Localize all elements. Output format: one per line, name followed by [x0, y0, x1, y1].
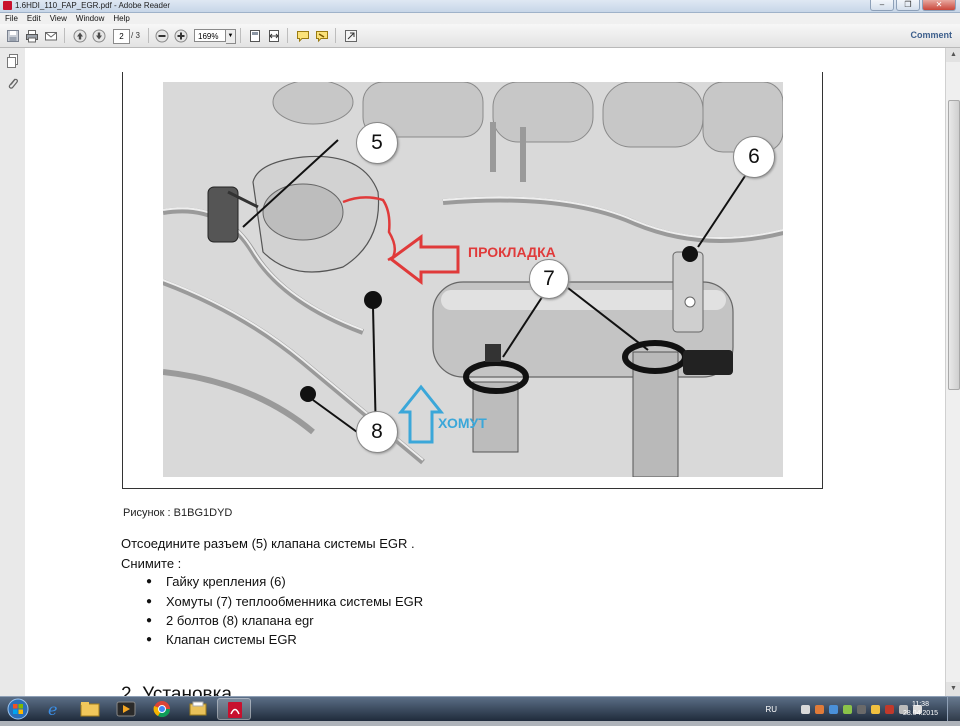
expand-icon[interactable]	[343, 28, 359, 43]
toolbar-separator	[287, 28, 288, 43]
folder-icon[interactable]	[181, 698, 215, 720]
zoom-in-icon[interactable]	[173, 28, 189, 43]
print-icon[interactable]	[24, 28, 40, 43]
window-title: 1.6HDI_110_FAP_EGR.pdf - Adobe Reader	[15, 1, 171, 10]
bullet-icon: ●	[146, 634, 153, 645]
zoom-level-input[interactable]: 169%	[194, 29, 226, 42]
tray-icon[interactable]	[801, 704, 810, 714]
email-icon[interactable]	[43, 28, 59, 43]
list-item: 2 болтов (8) клапана egr	[166, 613, 314, 628]
toolbar-separator	[148, 28, 149, 43]
restore-button[interactable]: ❐	[896, 0, 920, 11]
scrollbar-thumb[interactable]	[948, 100, 960, 390]
callout-7: 7	[529, 259, 569, 299]
gasket-label: ПРОКЛАДКА	[468, 244, 556, 260]
callout-6: 6	[733, 136, 775, 178]
file-explorer-icon[interactable]	[73, 698, 107, 720]
next-page-icon[interactable]	[91, 28, 107, 43]
remove-heading: Снимите :	[121, 556, 182, 571]
page-total: / 3	[131, 31, 140, 40]
menu-help[interactable]: Help	[108, 13, 133, 24]
callout-8: 8	[356, 411, 398, 453]
clock-date: 28.04.2015	[902, 710, 938, 717]
clock-time: 11:38	[911, 701, 929, 708]
toolbar-separator	[240, 28, 241, 43]
scroll-down-icon[interactable]: ▼	[946, 682, 960, 696]
callout-5: 5	[356, 122, 398, 164]
bullet-icon: ●	[146, 615, 153, 626]
clock[interactable]: 11:38 28.04.2015	[903, 700, 938, 718]
comment-button[interactable]: Comment	[910, 29, 952, 42]
list-item: Гайку крепления (6)	[166, 574, 286, 589]
menu-bar: File Edit View Window Help	[0, 13, 960, 24]
language-indicator[interactable]: RU	[765, 705, 777, 714]
internet-explorer-icon[interactable]: e	[37, 698, 71, 720]
attachments-icon[interactable]	[6, 76, 19, 90]
sticky-note-icon[interactable]	[295, 28, 311, 43]
clamp-label: ХОМУТ	[438, 415, 487, 431]
toolbar: 2 / 3 169% ▼ Comment	[0, 24, 960, 48]
adobe-reader-icon	[3, 1, 12, 10]
tray-icon[interactable]	[885, 704, 894, 714]
tray-icon[interactable]	[843, 704, 852, 714]
system-tray: RU	[765, 697, 922, 721]
list-item: Клапан системы EGR	[166, 632, 297, 647]
toolbar-separator	[64, 28, 65, 43]
section-heading: 2. Установка	[121, 684, 232, 696]
title-bar: 1.6HDI_110_FAP_EGR.pdf - Adobe Reader – …	[0, 0, 960, 13]
start-button-icon[interactable]	[2, 697, 34, 721]
tray-icon[interactable]	[871, 704, 880, 714]
fit-page-icon[interactable]	[247, 28, 263, 43]
bullet-icon: ●	[146, 596, 153, 607]
adobe-reader-taskbar-icon[interactable]	[217, 698, 251, 720]
show-desktop-button[interactable]	[947, 697, 960, 721]
pages-panel-icon[interactable]	[6, 54, 19, 68]
menu-edit[interactable]: Edit	[22, 13, 45, 24]
save-icon[interactable]	[5, 28, 21, 43]
figure-caption: Рисунок : B1BG1DYD	[123, 507, 233, 519]
zoom-out-icon[interactable]	[154, 28, 170, 43]
bullet-icon: ●	[146, 576, 153, 587]
chrome-icon[interactable]	[145, 698, 179, 720]
tray-icon[interactable]	[857, 704, 866, 714]
minimize-button[interactable]: –	[870, 0, 894, 11]
toolbar-separator	[335, 28, 336, 43]
svg-text:e: e	[48, 700, 57, 719]
list-item: Хомуты (7) теплообменника системы EGR	[166, 594, 424, 609]
tray-icon[interactable]	[815, 704, 824, 714]
menu-file[interactable]: File	[0, 13, 22, 24]
close-button[interactable]: ✕	[922, 0, 956, 11]
scroll-up-icon[interactable]: ▲	[946, 48, 960, 62]
navigation-pane	[0, 48, 26, 696]
instruction-paragraph: Отсоедините разъем (5) клапана системы E…	[121, 536, 415, 551]
page-number-input[interactable]: 2	[113, 29, 130, 44]
vertical-scrollbar[interactable]: ▲ ▼	[945, 48, 960, 696]
menu-view[interactable]: View	[45, 13, 71, 24]
previous-page-icon[interactable]	[72, 28, 88, 43]
menu-window[interactable]: Window	[71, 13, 108, 24]
zoom-dropdown-icon[interactable]: ▼	[226, 29, 236, 44]
fit-width-icon[interactable]	[266, 28, 282, 43]
taskbar: e RU 11:38 28.04.2015	[0, 696, 960, 721]
document-page: 5 6 7 8 ПРОКЛАДКА ХОМУТ Рисунок : B1BG1D…	[25, 48, 945, 696]
media-player-icon[interactable]	[109, 698, 143, 720]
tray-icon[interactable]	[829, 704, 838, 714]
highlight-icon[interactable]	[314, 28, 330, 43]
